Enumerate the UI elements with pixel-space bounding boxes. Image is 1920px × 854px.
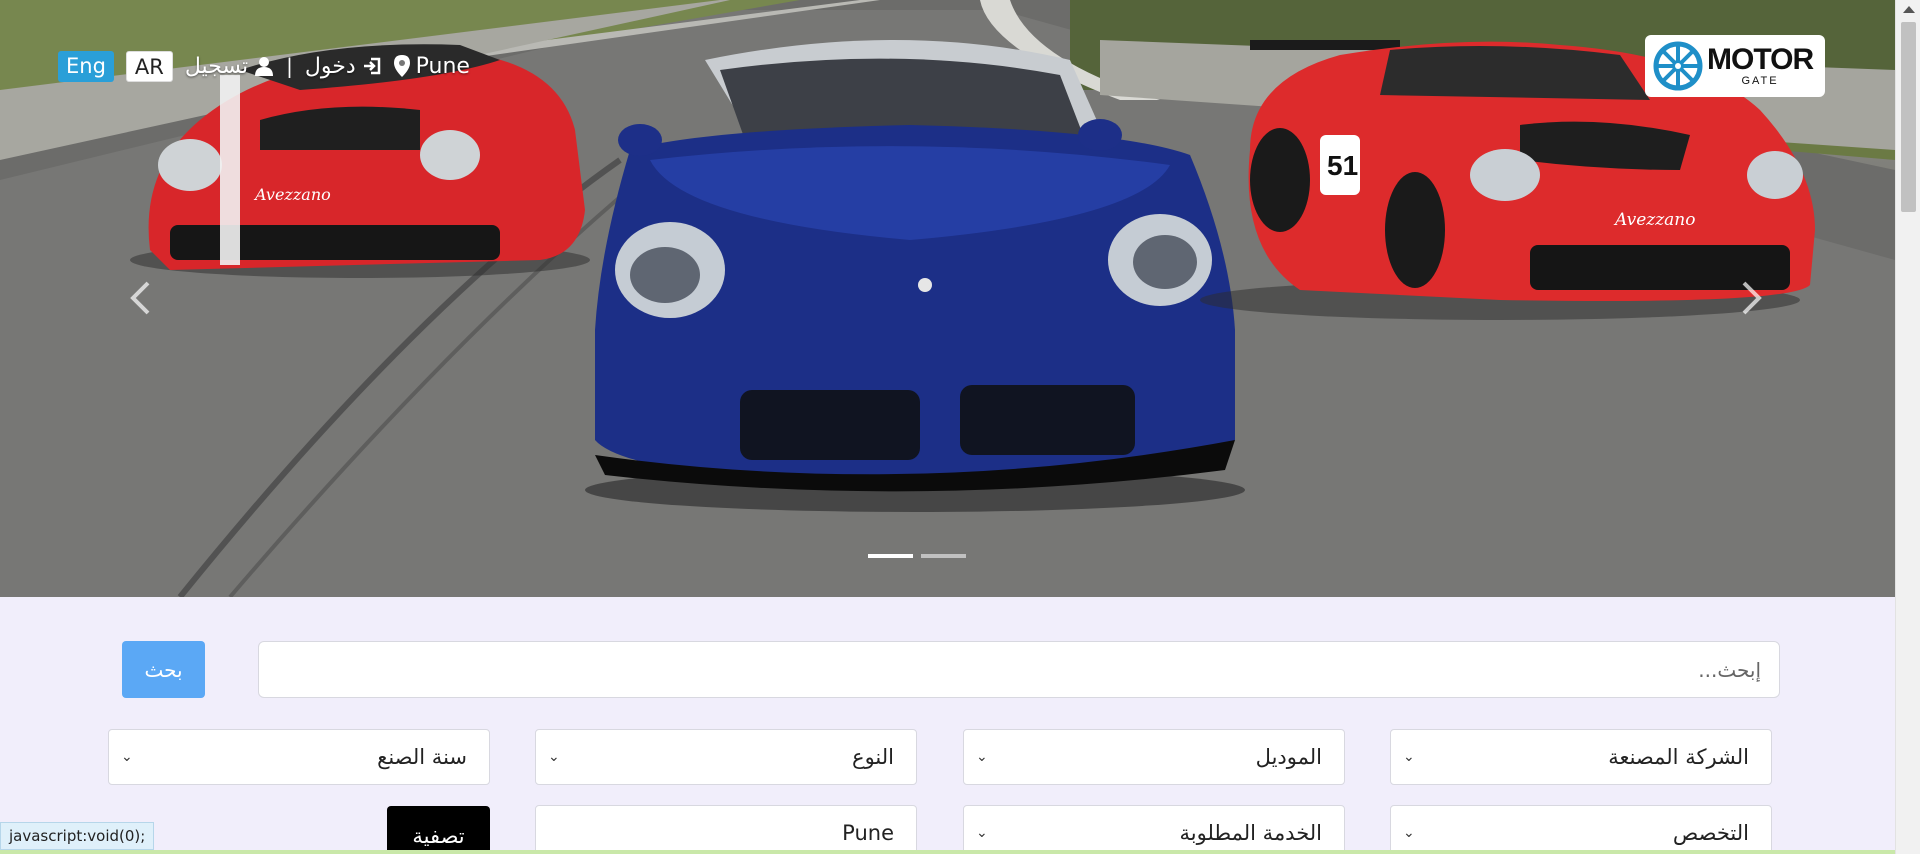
- lang-eng-button[interactable]: Eng: [58, 50, 114, 82]
- type-select-label: النوع: [852, 745, 894, 769]
- top-nav: Eng AR تسجيل | دخول Pune: [58, 50, 470, 82]
- logo-brand-text: MOTOR: [1707, 43, 1814, 76]
- model-select[interactable]: الموديل ⌄: [963, 729, 1345, 785]
- year-select[interactable]: سنة الصنع ⌄: [108, 729, 490, 785]
- filter-button[interactable]: تصفية: [387, 806, 490, 854]
- service-select[interactable]: الخدمة المطلوبة ⌄: [963, 805, 1345, 854]
- chevron-right-icon: [1742, 281, 1762, 315]
- svg-text:Avezzano: Avezzano: [253, 185, 331, 204]
- year-select-label: سنة الصنع: [377, 745, 467, 769]
- carousel-prev-button[interactable]: [128, 280, 158, 320]
- sign-in-icon: [362, 56, 382, 76]
- manufacturer-select-label: الشركة المصنعة: [1608, 745, 1749, 769]
- bottom-edge: [0, 850, 1895, 854]
- specialty-select[interactable]: التخصص ⌄: [1390, 805, 1772, 854]
- model-select-label: الموديل: [1255, 745, 1322, 769]
- chevron-down-icon: ⌄: [976, 749, 988, 765]
- location-input-value: Pune: [842, 821, 894, 845]
- scroll-up-arrow-icon[interactable]: [1903, 6, 1915, 13]
- location-link[interactable]: Pune: [393, 53, 470, 79]
- motorgate-logo[interactable]: MOTOR GATE: [1645, 35, 1825, 97]
- search-input[interactable]: [258, 641, 1780, 698]
- nav-separator: |: [286, 54, 293, 78]
- location-label: Pune: [415, 53, 470, 79]
- register-link[interactable]: تسجيل: [185, 54, 274, 79]
- login-link[interactable]: دخول: [305, 54, 382, 79]
- scrollbar-thumb[interactable]: [1901, 22, 1916, 212]
- user-icon: [254, 56, 274, 76]
- chevron-down-icon: ⌄: [1403, 749, 1415, 765]
- type-select[interactable]: النوع ⌄: [535, 729, 917, 785]
- register-label: تسجيل: [184, 53, 249, 79]
- carousel-next-button[interactable]: [1740, 280, 1770, 320]
- chevron-down-icon: ⌄: [1403, 825, 1415, 841]
- carousel-indicators: [868, 554, 966, 558]
- status-bar-url: javascript:void(0);: [0, 822, 155, 850]
- carousel-indicator-1[interactable]: [868, 554, 913, 558]
- search-button[interactable]: بحث: [122, 641, 205, 698]
- service-select-label: الخدمة المطلوبة: [1179, 821, 1323, 845]
- login-label: دخول: [304, 53, 356, 79]
- lang-ar-button[interactable]: AR: [125, 50, 173, 82]
- vertical-scrollbar[interactable]: [1895, 0, 1920, 854]
- map-marker-icon: [393, 55, 410, 77]
- specialty-select-label: التخصص: [1672, 821, 1749, 845]
- logo-sub-text: GATE: [1741, 75, 1779, 87]
- svg-text:51: 51: [1327, 150, 1358, 181]
- manufacturer-select[interactable]: الشركة المصنعة ⌄: [1390, 729, 1772, 785]
- chevron-left-icon: [130, 281, 150, 315]
- location-input[interactable]: Pune: [535, 805, 917, 854]
- wheel-icon: [1653, 41, 1703, 91]
- chevron-down-icon: ⌄: [976, 825, 988, 841]
- carousel-indicator-2[interactable]: [921, 554, 966, 558]
- svg-text:Avezzano: Avezzano: [1613, 210, 1695, 230]
- hero-image: Avezzano 51 Avezzano: [0, 0, 1895, 597]
- hero-carousel: Avezzano 51 Avezzano Eng AR تسجيل | دخول…: [0, 0, 1895, 597]
- chevron-down-icon: ⌄: [548, 749, 560, 765]
- chevron-down-icon: ⌄: [121, 749, 133, 765]
